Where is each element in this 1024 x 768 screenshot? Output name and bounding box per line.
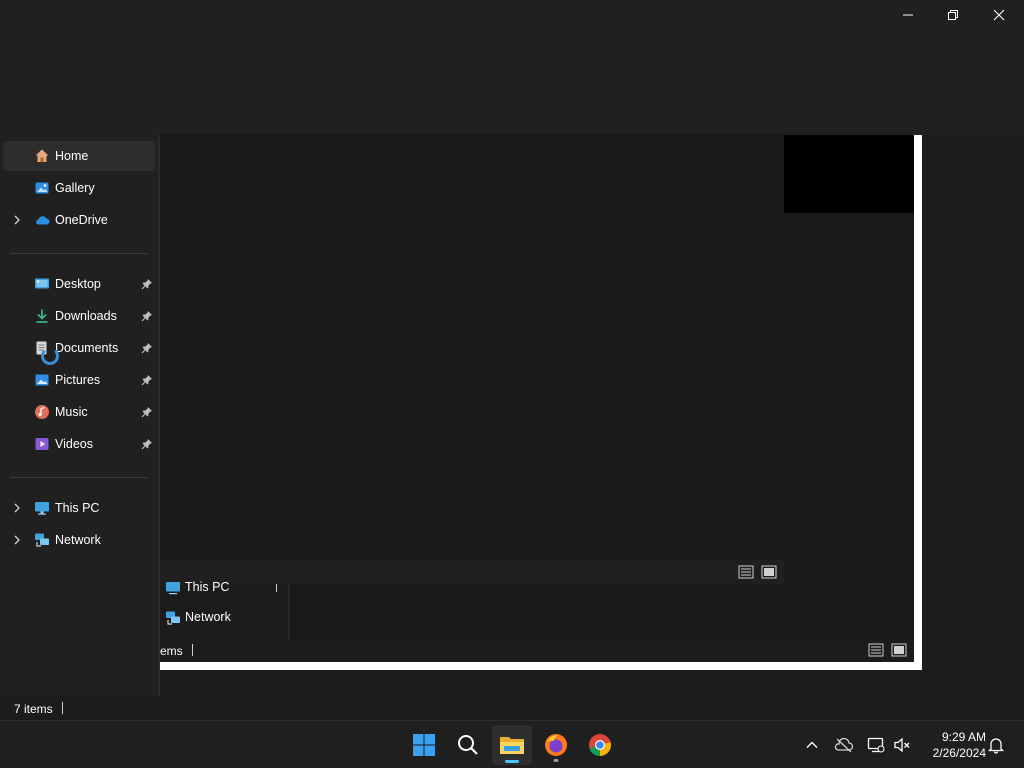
sidebar-item-label: Pictures — [55, 373, 101, 387]
search-button[interactable] — [448, 725, 488, 765]
minimize-icon — [903, 14, 913, 16]
status-bar: 7 items — [0, 696, 1024, 720]
sidebar-item-gallery[interactable]: Gallery — [3, 173, 155, 203]
firefox-icon — [545, 734, 567, 756]
status-separator — [192, 644, 193, 656]
sidebar-item-label: Documents — [55, 341, 119, 355]
sidebar-item-network[interactable]: Network — [3, 525, 155, 555]
pin-icon — [141, 279, 152, 290]
close-button[interactable] — [976, 0, 1022, 30]
sidebar-item-videos[interactable]: Videos — [3, 429, 155, 459]
sidebar-item-downloads[interactable]: Downloads — [3, 301, 155, 331]
sidebar-item-desktop[interactable]: Desktop — [3, 269, 155, 299]
taskbar: 9:29 AM 2/26/2024 — [0, 720, 1024, 768]
minimize-button[interactable] — [885, 0, 931, 30]
volume-tray-button[interactable] — [892, 735, 912, 755]
sidebar-item-label: This PC — [55, 501, 100, 515]
music-icon — [35, 405, 49, 419]
this-pc-icon — [166, 582, 180, 595]
sidebar-item-onedrive[interactable]: OneDrive — [3, 205, 155, 235]
large-icons-view-icon[interactable] — [891, 642, 907, 658]
ghost-status-bar: ems — [160, 640, 914, 662]
nav-divider — [10, 253, 148, 254]
sidebar-item-this-pc[interactable]: This PC — [3, 493, 155, 523]
videos-icon — [35, 438, 49, 450]
large-icons-view-icon[interactable] — [761, 564, 777, 580]
chevron-right-icon[interactable] — [11, 502, 23, 514]
onedrive-offline-icon — [834, 737, 854, 753]
sidebar-item-pictures[interactable]: Pictures — [3, 365, 155, 395]
sidebar-item-label: Network — [55, 533, 101, 547]
sidebar-item-music[interactable]: Music — [3, 397, 155, 427]
onedrive-icon — [36, 216, 50, 225]
sidebar-item-label: OneDrive — [55, 213, 108, 227]
ghost-status-text: ems — [160, 644, 183, 658]
ghost-item-label: Network — [185, 610, 231, 624]
pin-icon — [141, 407, 152, 418]
chevron-up-icon — [806, 741, 818, 748]
desktop-folder-icon — [35, 278, 49, 289]
active-app-indicator — [505, 760, 519, 763]
this-pc-icon — [35, 502, 49, 515]
sidebar-item-label: Gallery — [55, 181, 95, 195]
text-cursor — [276, 584, 277, 592]
close-icon — [993, 9, 1005, 21]
ghost-navigation-pane: This PC Network — [160, 580, 290, 640]
nav-divider — [10, 477, 148, 478]
show-hidden-icons-button[interactable] — [802, 735, 822, 755]
clock-time: 9:29 AM — [941, 730, 986, 744]
status-separator — [62, 702, 63, 714]
start-icon — [413, 734, 435, 756]
volume-muted-icon — [894, 737, 910, 753]
sidebar-item-home[interactable]: Home — [3, 141, 155, 171]
network-status-icon — [867, 737, 885, 753]
window-frame-edge — [160, 662, 922, 670]
search-icon — [458, 735, 478, 755]
pin-icon — [141, 311, 152, 322]
details-view-icon[interactable] — [738, 564, 754, 580]
navigation-pane: Home Gallery OneDrive Desktop Downloads … — [0, 135, 160, 696]
gallery-icon — [35, 182, 49, 194]
item-count: 7 items — [14, 702, 53, 716]
details-view-icon[interactable] — [868, 642, 884, 658]
clock-date: 2/26/2024 — [932, 746, 986, 760]
file-explorer-icon — [500, 737, 524, 754]
downloads-icon — [36, 309, 48, 323]
bell-icon — [987, 738, 1005, 754]
chevron-right-icon[interactable] — [11, 534, 23, 546]
restore-button[interactable] — [930, 0, 976, 30]
pictures-icon — [35, 374, 49, 386]
notifications-button[interactable] — [986, 735, 1006, 755]
onedrive-tray-button[interactable] — [834, 735, 854, 755]
start-button[interactable] — [404, 725, 444, 765]
firefox-taskbar-button[interactable] — [536, 725, 576, 765]
sidebar-item-label: Downloads — [55, 309, 117, 323]
restore-icon — [948, 10, 958, 20]
blank-preview-region — [784, 135, 914, 213]
system-clock[interactable]: 9:29 AM 2/26/2024 — [920, 729, 986, 761]
ghost-item-label: This PC — [185, 580, 230, 594]
pin-icon — [141, 439, 152, 450]
pin-icon — [141, 343, 152, 354]
home-icon — [35, 149, 49, 162]
chrome-taskbar-button[interactable] — [580, 725, 620, 765]
chrome-icon — [589, 734, 611, 757]
network-icon — [166, 611, 180, 625]
chevron-right-icon[interactable] — [11, 214, 23, 226]
network-tray-button[interactable] — [866, 735, 886, 755]
sidebar-item-label: Videos — [55, 437, 93, 451]
running-app-indicator — [553, 759, 559, 762]
sidebar-item-label: Home — [55, 149, 89, 163]
pin-icon — [141, 375, 152, 386]
ghost-view-bar — [160, 560, 784, 584]
loading-spinner-icon — [41, 347, 59, 365]
title-bar — [0, 0, 1024, 135]
sidebar-item-label: Desktop — [55, 277, 101, 291]
network-icon — [35, 533, 49, 547]
window-frame-edge — [914, 135, 922, 670]
sidebar-item-label: Music — [55, 405, 88, 419]
file-explorer-taskbar-button[interactable] — [492, 725, 532, 765]
sidebar-item-documents[interactable]: Documents — [3, 333, 155, 363]
